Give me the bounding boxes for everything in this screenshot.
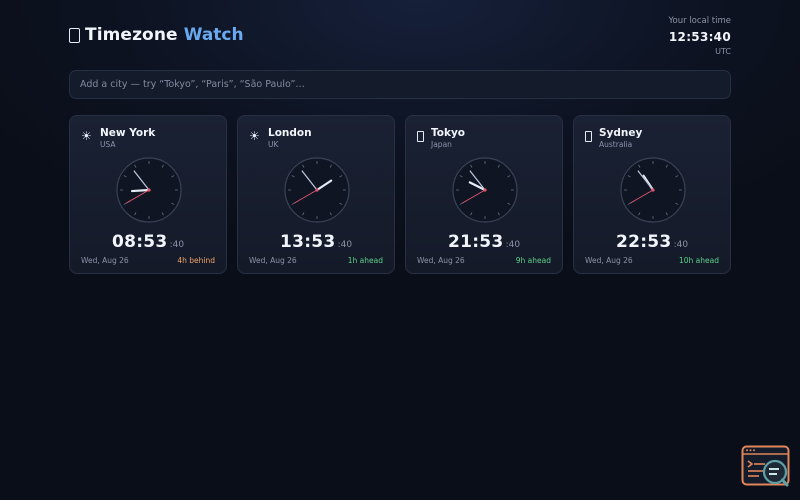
time-seconds: :40 [505,240,521,250]
offset-label: 10h ahead [678,256,719,265]
country-name: UK [268,140,279,149]
city-name: New York [100,127,156,139]
city-cards: ☀ New York USA 08:53:40 Wed, Aug 26 4h b… [69,115,731,274]
time-seconds: :40 [169,240,185,250]
time-hhmm: 13:53 [279,232,336,252]
brand: Timezone Watch [69,25,244,45]
inspector-badge-icon[interactable] [741,445,791,488]
card-footer: Wed, Aug 26 4h behind [81,256,215,265]
date-label: Wed, Aug 26 [417,256,465,265]
sun-icon: ☀ [81,129,92,143]
analog-clock [451,156,519,224]
city-card-sydney[interactable]: Sydney Australia 22:53:40 Wed, Aug 26 10… [573,115,731,274]
date-label: Wed, Aug 26 [249,256,297,265]
moon-icon [585,131,592,142]
card-header: Tokyo Japan [417,127,465,150]
analog-clock [283,156,351,224]
offset-label: 1h ahead [347,256,383,265]
analog-clock [619,156,687,224]
clock-face [116,157,182,223]
app-title: Timezone [85,25,178,45]
local-time-label: Your local time [668,16,731,26]
local-time-panel: Your local time 12:53:40 UTC [668,16,731,56]
clock-center [315,188,319,192]
app-title-accent: Watch [183,25,244,45]
clock-center [147,188,151,192]
time-hhmm: 21:53 [447,232,504,252]
moon-icon [417,131,424,142]
digital-time: 13:53:40 [238,232,394,252]
city-card-london[interactable]: ☀ London UK 13:53:40 Wed, Aug 26 1h ahea… [237,115,395,274]
card-header: ☀ New York USA [81,127,155,150]
clock-face [284,157,350,223]
country-name: USA [100,140,116,149]
local-time-zone: UTC [715,47,731,56]
city-card-new-york[interactable]: ☀ New York USA 08:53:40 Wed, Aug 26 4h b… [69,115,227,274]
digital-time: 21:53:40 [406,232,562,252]
time-seconds: :40 [337,240,353,250]
card-footer: Wed, Aug 26 10h ahead [585,256,719,265]
header: Timezone Watch Your local time 12:53:40 … [69,16,731,60]
time-hhmm: 22:53 [615,232,672,252]
clock-center [651,188,655,192]
date-label: Wed, Aug 26 [81,256,129,265]
analog-clock [115,156,183,224]
city-name: Sydney [599,127,643,139]
clock-center [483,188,487,192]
digital-time: 22:53:40 [574,232,730,252]
add-city-input[interactable] [69,70,731,99]
clock-face [452,157,518,223]
digital-time: 08:53:40 [70,232,226,252]
country-name: Japan [431,140,452,149]
city-name: Tokyo [431,127,466,139]
time-seconds: :40 [673,240,689,250]
sun-icon: ☀ [249,129,260,143]
local-time-value: 12:53:40 [668,30,731,44]
offset-label: 9h ahead [515,256,551,265]
date-label: Wed, Aug 26 [585,256,633,265]
time-hhmm: 08:53 [111,232,168,252]
card-header: Sydney Australia [585,127,642,150]
card-footer: Wed, Aug 26 9h ahead [417,256,551,265]
offset-label: 4h behind [177,256,215,265]
card-header: ☀ London UK [249,127,312,150]
window-icon [69,28,80,43]
city-name: London [268,127,312,139]
clock-face [620,157,686,223]
city-card-tokyo[interactable]: Tokyo Japan 21:53:40 Wed, Aug 26 9h ahea… [405,115,563,274]
country-name: Australia [599,140,633,149]
hour-hand [130,188,151,193]
card-footer: Wed, Aug 26 1h ahead [249,256,383,265]
